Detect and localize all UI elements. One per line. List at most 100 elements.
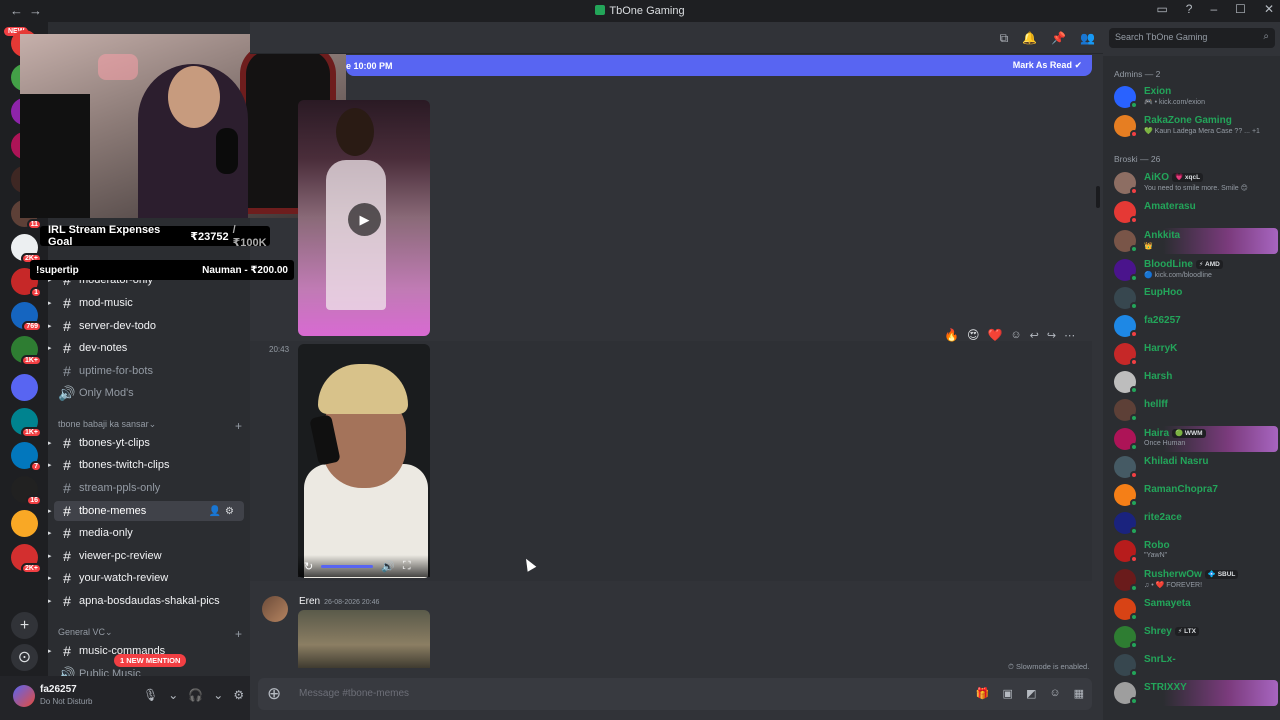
channel-mod-music[interactable]: ▸ # mod-music bbox=[48, 293, 244, 313]
emoji-icon[interactable]: ☺ bbox=[1049, 687, 1060, 700]
status-indicator bbox=[1130, 302, 1138, 310]
channel-category[interactable]: General VC ⌄ + bbox=[58, 627, 242, 641]
channel-your-watch-review[interactable]: ▸ # your-watch-review bbox=[48, 568, 244, 588]
microphone-icon[interactable]: 🎙 bbox=[143, 688, 158, 702]
gift-icon[interactable]: 🎁 bbox=[976, 687, 990, 700]
member-item[interactable]: RusherwOw 💠 SBUL ♫ • ❤️ FOREVER! bbox=[1114, 567, 1278, 593]
reaction-emoji[interactable]: 😍 bbox=[967, 328, 980, 342]
more-icon[interactable]: ⋯ bbox=[1064, 329, 1075, 342]
member-item[interactable]: Haira 🟢 WWM Once Human bbox=[1114, 426, 1278, 452]
chat-scrollbar[interactable] bbox=[1096, 186, 1100, 208]
member-item[interactable]: fa26257 bbox=[1114, 313, 1278, 339]
message-input[interactable]: Message #tbone-memes bbox=[299, 688, 409, 699]
member-item[interactable]: BloodLine ⚡ AMD 🔵 kick.com/bloodline bbox=[1114, 257, 1278, 283]
member-item[interactable]: Khiladi Nasru bbox=[1114, 454, 1278, 480]
member-item[interactable]: RakaZone Gaming 💚 Kaun Ladega Mera Case ?… bbox=[1114, 113, 1278, 139]
threads-icon[interactable]: ⧉ bbox=[1000, 31, 1009, 46]
member-item[interactable]: Samayeta bbox=[1114, 596, 1278, 622]
new-messages-bar[interactable]: e 10:00 PM Mark As Read ✔ bbox=[346, 55, 1092, 76]
member-item[interactable]: RamanChopra7 bbox=[1114, 482, 1278, 508]
search-input[interactable]: Search TbOne Gaming ⌕ bbox=[1109, 28, 1275, 48]
gear-icon[interactable]: ⚙ bbox=[233, 688, 244, 702]
replay-icon[interactable]: ↻ bbox=[304, 560, 313, 573]
video-attachment[interactable] bbox=[298, 344, 430, 578]
member-item[interactable]: Ankkita 👑 bbox=[1114, 228, 1278, 254]
member-activity: 🎮 • kick.com/exion bbox=[1144, 99, 1205, 106]
headphones-icon[interactable]: 🎧 bbox=[188, 688, 203, 702]
status-indicator bbox=[1130, 471, 1138, 479]
reaction-emoji[interactable]: ❤️ bbox=[987, 328, 1002, 342]
chevron-down-icon[interactable]: ⌄ bbox=[168, 688, 178, 702]
channel-dev-notes[interactable]: ▸ # dev-notes bbox=[48, 338, 244, 358]
add-channel-icon[interactable]: + bbox=[235, 419, 242, 433]
volume-icon[interactable]: 🔊 bbox=[381, 560, 395, 573]
member-item[interactable]: SnrLx- bbox=[1114, 652, 1278, 678]
server-icon[interactable]: 2K+ bbox=[11, 234, 42, 264]
image-attachment[interactable] bbox=[298, 610, 430, 668]
apps-icon[interactable]: ▦ bbox=[1074, 687, 1084, 700]
explore-servers-icon[interactable]: ⊙ bbox=[11, 644, 38, 671]
bell-icon[interactable]: 🔔 bbox=[1022, 31, 1037, 46]
member-item[interactable]: AiKO 💗 xqcL You need to smile more. Smile … bbox=[1114, 170, 1278, 196]
channel-tbone-memes[interactable]: ▸ # tbone-memes 👤⚙ bbox=[48, 501, 244, 521]
channel-apna-bosdaudas-shakal-pics[interactable]: ▸ # apna-bosdaudas-shakal-pics bbox=[48, 591, 244, 611]
server-icon[interactable]: 1K+ bbox=[11, 408, 42, 438]
status-indicator bbox=[1130, 641, 1138, 649]
member-item[interactable]: Exion 🎮 • kick.com/exion bbox=[1114, 84, 1278, 110]
reply-icon[interactable]: ↩ bbox=[1030, 329, 1039, 342]
channel-server-dev-todo[interactable]: ▸ # server-dev-todo bbox=[48, 316, 244, 336]
avatar[interactable] bbox=[262, 596, 288, 622]
channel-only-mod-s[interactable]: 🔊 Only Mod's bbox=[54, 383, 244, 403]
maximize-button[interactable]: ☐ bbox=[1235, 2, 1246, 16]
member-item[interactable]: Amaterasu bbox=[1114, 199, 1278, 225]
fullscreen-icon[interactable]: ⛶ bbox=[403, 560, 411, 573]
member-item[interactable]: Shrey ⚡ LTX bbox=[1114, 624, 1278, 650]
inbox-icon[interactable]: ▭ bbox=[1156, 2, 1167, 16]
channel-settings-icon[interactable]: 👤⚙ bbox=[209, 506, 238, 517]
close-button[interactable]: ✕ bbox=[1264, 2, 1274, 16]
server-icon[interactable] bbox=[11, 374, 38, 401]
members-icon[interactable]: 👥 bbox=[1080, 31, 1095, 46]
member-item[interactable]: HarryK bbox=[1114, 341, 1278, 367]
member-name: EupHoo bbox=[1144, 287, 1183, 298]
member-item[interactable]: hellff bbox=[1114, 397, 1278, 423]
chevron-down-icon[interactable]: ⌄ bbox=[213, 688, 223, 702]
server-icon[interactable]: 7 bbox=[11, 442, 42, 472]
reaction-emoji[interactable]: 🔥 bbox=[944, 328, 959, 342]
add-channel-icon[interactable]: + bbox=[235, 627, 242, 641]
channel-stream-ppls-only[interactable]: # stream-ppls-only bbox=[54, 478, 244, 498]
add-reaction-icon[interactable]: ☺ bbox=[1010, 329, 1021, 341]
channel-tbones-yt-clips[interactable]: ▸ # tbones-yt-clips bbox=[48, 433, 244, 453]
avatar[interactable] bbox=[13, 685, 35, 707]
channel-tbones-twitch-clips[interactable]: ▸ # tbones-twitch-clips bbox=[48, 455, 244, 475]
pin-icon[interactable]: 📌 bbox=[1051, 31, 1066, 46]
minimize-button[interactable]: – bbox=[1210, 2, 1217, 16]
member-item[interactable]: Harsh bbox=[1114, 369, 1278, 395]
video-progress-bar[interactable] bbox=[321, 564, 374, 568]
server-icon[interactable]: 769 bbox=[11, 302, 42, 332]
channel-viewer-pc-review[interactable]: ▸ # viewer-pc-review bbox=[48, 546, 244, 566]
server-icon[interactable]: 1K+ bbox=[11, 336, 42, 366]
message-composer[interactable]: ⊕ Message #tbone-memes 🎁 ▣ ◩ ☺ ▦ bbox=[258, 678, 1092, 710]
mark-as-read-button[interactable]: Mark As Read ✔ bbox=[1013, 60, 1082, 71]
forward-icon[interactable]: ↪ bbox=[1047, 329, 1056, 342]
sticker-icon[interactable]: ◩ bbox=[1026, 687, 1036, 700]
member-item[interactable]: STRIXXY bbox=[1114, 680, 1278, 706]
channel-uptime-for-bots[interactable]: # uptime-for-bots bbox=[54, 361, 244, 381]
member-item[interactable]: EupHoo bbox=[1114, 285, 1278, 311]
server-icon[interactable]: 2K+ bbox=[11, 544, 42, 574]
member-item[interactable]: Robo "YawN" bbox=[1114, 538, 1278, 564]
server-icon[interactable]: 16 bbox=[11, 476, 42, 506]
play-button[interactable]: ▶ bbox=[348, 203, 381, 236]
member-item[interactable]: rite2ace bbox=[1114, 510, 1278, 536]
server-icon[interactable] bbox=[11, 510, 38, 537]
help-icon[interactable]: ? bbox=[1186, 2, 1193, 16]
channel-category[interactable]: tbone babaji ka sansar ⌄ + bbox=[58, 419, 242, 433]
gif-icon[interactable]: ▣ bbox=[1003, 687, 1013, 700]
new-mention-pill[interactable]: 1 NEW MENTION bbox=[114, 654, 187, 667]
add-server-button[interactable]: + bbox=[11, 612, 38, 639]
channel-media-only[interactable]: ▸ # media-only bbox=[48, 523, 244, 543]
username[interactable]: fa26257 bbox=[40, 684, 77, 695]
message-author[interactable]: Eren 26-08-2026 20:46 bbox=[299, 596, 379, 607]
attach-plus-icon[interactable]: ⊕ bbox=[267, 684, 281, 704]
